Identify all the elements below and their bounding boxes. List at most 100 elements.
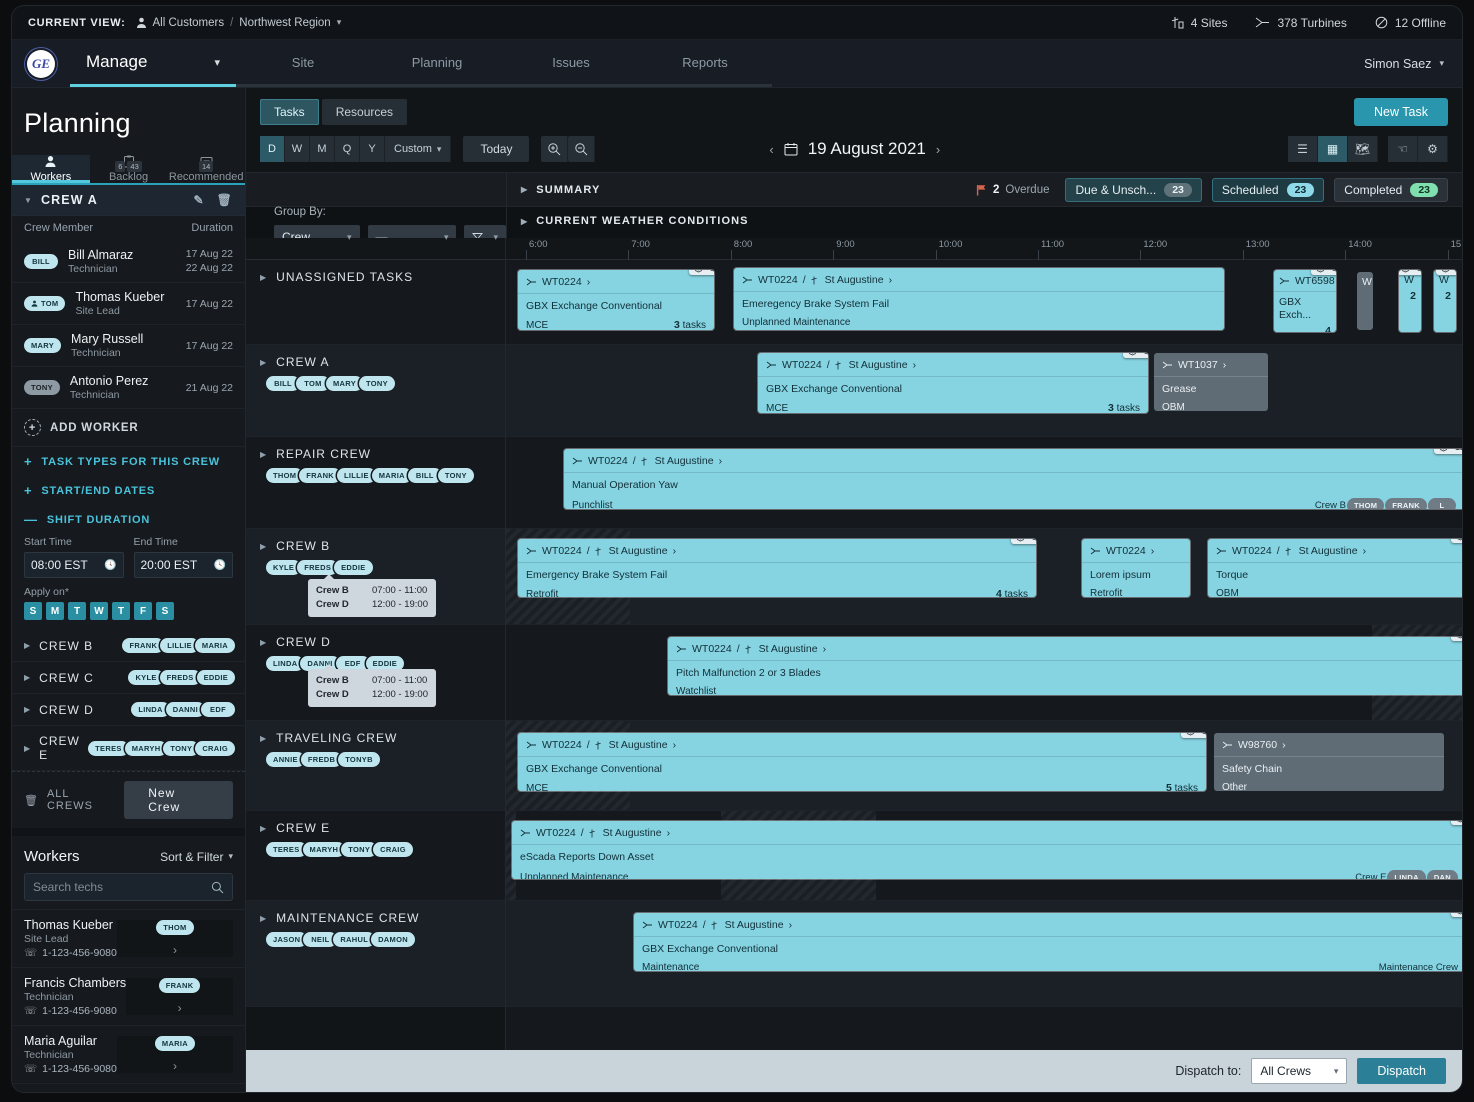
- chevron-right-icon[interactable]: ›: [173, 943, 177, 957]
- timeline-group-track[interactable]: WT0224 / St Augustine › GBX Exchange Convent…: [506, 901, 1462, 1007]
- tab-workers[interactable]: Workers: [12, 155, 90, 183]
- task-card[interactable]: WT0224 › GBX Exchange Conventional MCE 3 tas…: [518, 270, 714, 330]
- dispatch-button[interactable]: Dispatch: [1357, 1058, 1446, 1084]
- crew-member-row[interactable]: MARY Mary Russell Technician 17 Aug 22: [12, 325, 245, 368]
- crew-member-row[interactable]: TONY Antonio Perez Technician 21 Aug 22: [12, 367, 245, 410]
- accordion-start-end-dates[interactable]: + START/END DATES: [12, 476, 245, 505]
- crew-a-header[interactable]: ▼ CREW A ✎ 🗑: [12, 185, 245, 216]
- timeline-group-row[interactable]: ▶ CREW B KYLE FREDS EDDIE Crew B 07:00 - 11:00…: [246, 529, 505, 625]
- add-worker-button[interactable]: + ADD WORKER: [12, 409, 245, 448]
- customer-name[interactable]: All Customers: [153, 17, 225, 29]
- timeline-group-row[interactable]: ▶ CREW E TERES MARYH TONY CRAIG: [246, 811, 505, 901]
- timeline-group-row[interactable]: ▶ MAINTENANCE CREW JASON NEIL RAHUL DAMON: [246, 901, 505, 1007]
- delete-icon[interactable]: 🗑: [24, 794, 39, 807]
- gear-icon[interactable]: ⚙: [1418, 136, 1448, 162]
- day-toggle-sun[interactable]: S: [24, 602, 42, 621]
- task-card[interactable]: WT0224 / St Augustine › GBX Exchange Convent…: [518, 733, 1206, 791]
- task-card[interactable]: WT0224 / St Augustine › GBX Exchange Convent…: [758, 353, 1148, 413]
- nav-item-issues[interactable]: Issues: [504, 40, 638, 87]
- status-pill-due[interactable]: Due & Unsch... 23: [1065, 177, 1202, 202]
- chevron-right-icon[interactable]: ›: [173, 1059, 177, 1073]
- hand-icon[interactable]: ☜: [1388, 136, 1418, 162]
- crew-row-e[interactable]: ▶ CREW E TERES MARYH TONY CRAIG: [12, 726, 245, 772]
- tab-tasks[interactable]: Tasks: [260, 99, 319, 125]
- task-card[interactable]: W98760 › Safety Chain Other: [1214, 733, 1444, 791]
- crew-member-row[interactable]: BILL Bill Almaraz Technician 17 Aug 22 2…: [12, 240, 245, 284]
- accordion-task-types[interactable]: + TASK TYPES FOR THIS CREW: [12, 447, 245, 476]
- day-toggle-sat[interactable]: S: [156, 602, 174, 621]
- user-menu[interactable]: Simon Saez ▾: [1364, 40, 1462, 87]
- chevron-right-icon[interactable]: ›: [178, 1001, 182, 1015]
- task-card[interactable]: WT1037 › Grease OBM: [1154, 353, 1268, 411]
- accordion-shift-duration[interactable]: — SHIFT DURATION: [12, 505, 245, 534]
- task-stack-badge[interactable]: +1: [1010, 539, 1036, 544]
- nav-item-manage[interactable]: Manage ▾: [70, 40, 236, 87]
- zoom-in-icon[interactable]: [541, 136, 569, 162]
- task-stack-badge[interactable]: +1: [1180, 733, 1206, 738]
- tab-resources[interactable]: Resources: [321, 99, 408, 125]
- dispatch-crew-select[interactable]: All Crews ▾: [1251, 1058, 1348, 1084]
- timeline-group-row[interactable]: ▶ UNASSIGNED TASKS: [246, 260, 505, 345]
- timeline-group-track[interactable]: WT0224 / St Augustine › Emergency Brake Syst…: [506, 529, 1462, 625]
- nav-item-reports[interactable]: Reports: [638, 40, 772, 87]
- nav-item-planning[interactable]: Planning: [370, 40, 504, 87]
- sort-filter-button[interactable]: Sort & Filter ▾: [160, 850, 233, 864]
- timeline-group-track[interactable]: WT0224 / St Augustine › Manual Operation Yaw…: [506, 437, 1462, 529]
- day-toggle-tue[interactable]: T: [68, 602, 86, 621]
- crew-member-row[interactable]: TOM Thomas Kueber Site Lead 17 Aug 22: [12, 283, 245, 326]
- task-stack-badge[interactable]: +: [1435, 270, 1456, 275]
- summary-toggle[interactable]: ▶ SUMMARY: [521, 184, 600, 196]
- task-card[interactable]: WT0224 / St Augustine › GBX Exchange Convent…: [634, 913, 1462, 971]
- timeline-canvas[interactable]: 6:00 7:00 8:00 9:00 10:00 11:00 12:00 13:00 14:0…: [506, 238, 1462, 1050]
- crew-row-c[interactable]: ▶ CREW C KYLE FREDS EDDIE: [12, 662, 245, 695]
- search-input[interactable]: [33, 880, 211, 895]
- tab-recommended[interactable]: 14 Recommended: [167, 155, 245, 183]
- zoom-level-q[interactable]: Q: [335, 136, 360, 162]
- ge-logo[interactable]: GE: [12, 40, 70, 87]
- list-view-icon[interactable]: ☰: [1288, 136, 1318, 162]
- today-button[interactable]: Today: [463, 136, 530, 162]
- day-toggle-wed[interactable]: W: [90, 602, 108, 621]
- timeline-group-row[interactable]: ▶ REPAIR CREW THOM FRANK LILLIE MARIA BILL TONY: [246, 437, 505, 529]
- timeline-group-track[interactable]: WT0224 / St Augustine › GBX Exchange Convent…: [506, 345, 1462, 437]
- day-toggle-fri[interactable]: F: [134, 602, 152, 621]
- clock-icon[interactable]: 🕓: [104, 560, 116, 571]
- next-date-button[interactable]: ›: [936, 142, 940, 157]
- task-card[interactable]: WT0224 / St Augustine › Pitch Malfunction 2 …: [668, 637, 1462, 695]
- timeline-group-row[interactable]: ▶ CREW A BILL TOM MARY TONY: [246, 345, 505, 437]
- timeline-group-track[interactable]: WT0224 / St Augustine › Pitch Malfunction 2 …: [506, 625, 1462, 721]
- task-stack-badge[interactable]: [1451, 539, 1462, 543]
- new-task-button[interactable]: New Task: [1354, 98, 1448, 126]
- timeline-group-track[interactable]: WT0224 / St Augustine › GBX Exchange Convent…: [506, 721, 1462, 811]
- status-pill-scheduled[interactable]: Scheduled 23: [1211, 177, 1325, 202]
- clock-icon[interactable]: 🕓: [214, 560, 226, 571]
- zoom-level-w[interactable]: W: [285, 136, 310, 162]
- task-stack-badge[interactable]: +12: [1433, 449, 1462, 454]
- zoom-level-d[interactable]: D: [260, 136, 285, 162]
- worker-list-item[interactable]: Maria Aguilar Technician ☏ 1-123-456-908…: [12, 1026, 245, 1085]
- end-time-input[interactable]: 20:00 EST 🕓: [133, 552, 233, 579]
- status-pill-completed[interactable]: Completed 23: [1334, 177, 1448, 202]
- zoom-out-icon[interactable]: [568, 136, 596, 162]
- worker-list-item[interactable]: Thomas Kueber Site Lead ☏ 1-123-456-9080…: [12, 910, 245, 969]
- crew-row-b[interactable]: ▶ CREW B FRANK LILLIE MARIA: [12, 630, 245, 663]
- prev-date-button[interactable]: ‹: [769, 142, 773, 157]
- tab-backlog[interactable]: 6 43 Backlog: [90, 155, 168, 183]
- task-stack-badge[interactable]: +1: [1399, 270, 1421, 275]
- edit-icon[interactable]: ✎: [194, 193, 205, 207]
- custom-range-button[interactable]: Custom ▾: [385, 136, 452, 162]
- task-card[interactable]: WT0224 / St Augustine › Emeregency Brake Sys…: [734, 268, 1224, 330]
- day-toggle-thu[interactable]: T: [112, 602, 130, 621]
- task-card[interactable]: WT0224 / St Augustine › Emergency Brake Syst…: [518, 539, 1036, 597]
- task-stack-badge[interactable]: +1: [1122, 353, 1148, 358]
- task-card[interactable]: W2+: [1434, 270, 1456, 332]
- task-stack-badge[interactable]: [1451, 913, 1462, 917]
- worker-list-item[interactable]: Lillie Perez Technician ☏ 1-123-456-9080…: [12, 1084, 245, 1092]
- worker-list-item[interactable]: Francis Chambers Technician ☏ 1-123-456-…: [12, 968, 245, 1027]
- start-time-input[interactable]: 08:00 EST 🕓: [24, 552, 124, 579]
- zoom-level-m[interactable]: M: [310, 136, 335, 162]
- weather-toggle[interactable]: ▶ CURRENT WEATHER CONDITIONS: [521, 215, 749, 227]
- timeline-group-row[interactable]: ▶ TRAVELING CREW ANNIE FREDB TONYB: [246, 721, 505, 811]
- timeline-group-track[interactable]: WT0224 › GBX Exchange Conventional MCE 3 tas…: [506, 260, 1462, 345]
- delete-icon[interactable]: 🗑: [217, 193, 233, 207]
